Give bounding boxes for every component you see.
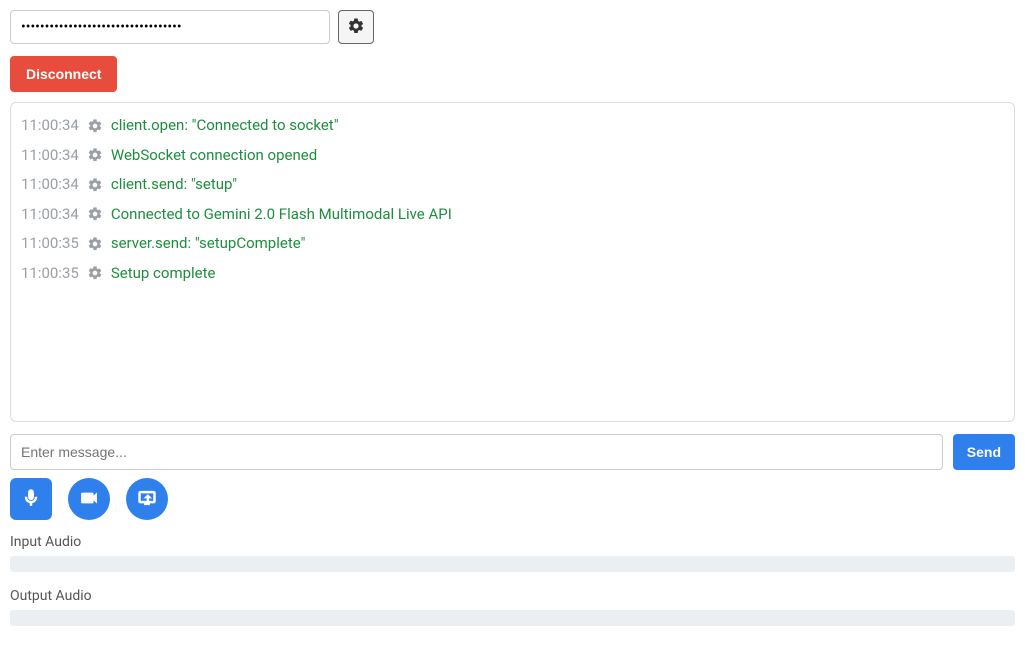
log-line: 11:00:34 client.send: "setup" — [21, 170, 1004, 200]
microphone-icon — [21, 488, 41, 511]
gear-icon — [87, 118, 103, 134]
log-message: WebSocket connection opened — [111, 143, 317, 169]
log-time: 11:00:35 — [21, 231, 79, 257]
message-input[interactable] — [10, 434, 943, 470]
log-line: 11:00:34 WebSocket connection opened — [21, 141, 1004, 171]
camera-button[interactable] — [68, 478, 110, 520]
log-time: 11:00:34 — [21, 113, 79, 139]
gear-icon — [87, 147, 103, 163]
log-message: client.send: "setup" — [111, 172, 237, 198]
log-line: 11:00:35 Setup complete — [21, 259, 1004, 289]
disconnect-button[interactable]: Disconnect — [10, 56, 117, 92]
log-line: 11:00:34 Connected to Gemini 2.0 Flash Mu… — [21, 200, 1004, 230]
log-panel[interactable]: 11:00:34 client.open: "Connected to socke… — [10, 102, 1015, 422]
log-message: server.send: "setupComplete" — [111, 231, 306, 257]
gear-icon — [87, 177, 103, 193]
log-time: 11:00:34 — [21, 202, 79, 228]
microphone-button[interactable] — [10, 478, 52, 520]
input-audio-label: Input Audio — [10, 534, 1015, 550]
log-line: 11:00:35 server.send: "setupComplete" — [21, 229, 1004, 259]
log-message: client.open: "Connected to socket" — [111, 113, 339, 139]
camera-icon — [79, 488, 99, 511]
log-line: 11:00:34 client.open: "Connected to socke… — [21, 111, 1004, 141]
log-time: 11:00:34 — [21, 143, 79, 169]
gear-icon — [347, 17, 365, 38]
screenshare-button[interactable] — [126, 478, 168, 520]
log-message: Setup complete — [111, 261, 216, 287]
message-row: Send — [10, 434, 1015, 470]
send-button[interactable]: Send — [953, 434, 1015, 470]
input-audio-meter — [10, 556, 1015, 572]
output-audio-label: Output Audio — [10, 588, 1015, 604]
media-row — [10, 478, 1015, 520]
gear-icon — [87, 265, 103, 281]
output-audio-meter — [10, 610, 1015, 626]
screenshare-icon — [137, 488, 157, 511]
settings-button[interactable] — [338, 10, 374, 44]
log-message: Connected to Gemini 2.0 Flash Multimodal… — [111, 202, 452, 228]
log-time: 11:00:35 — [21, 261, 79, 287]
api-key-input[interactable] — [10, 10, 330, 44]
top-row — [10, 10, 1015, 44]
gear-icon — [87, 206, 103, 222]
gear-icon — [87, 236, 103, 252]
log-time: 11:00:34 — [21, 172, 79, 198]
